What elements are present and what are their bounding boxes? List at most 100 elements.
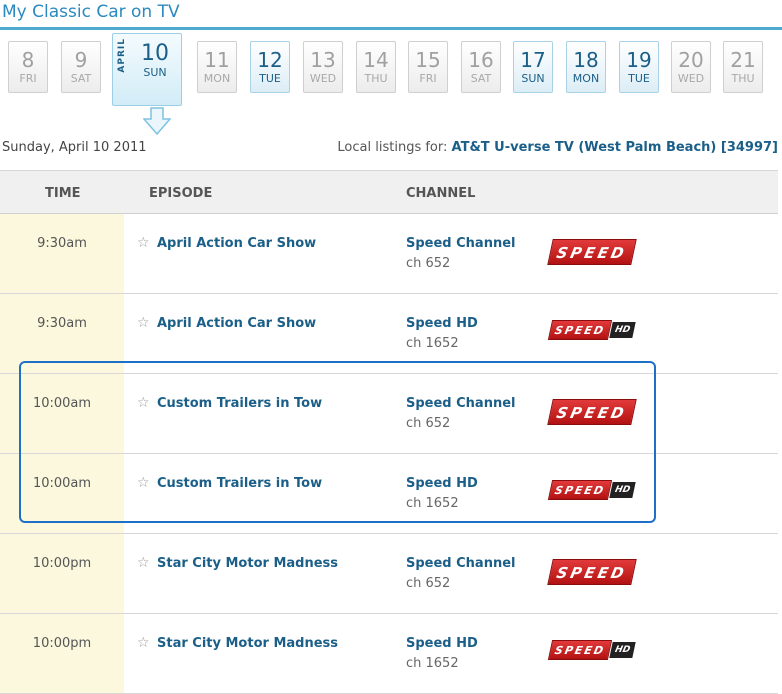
selected-date: Sunday, April 10 2011 <box>2 140 147 155</box>
day-of-week: FRI <box>419 72 437 85</box>
calendar-day-9[interactable]: 9 SAT <box>61 41 101 93</box>
air-time: 10:00am <box>32 396 92 411</box>
day-of-week: THU <box>364 72 388 85</box>
table-row: 10:00pm ☆ Star City Motor Madness Speed Cha… <box>0 534 778 614</box>
day-of-week: WED <box>677 72 705 85</box>
star-icon[interactable]: ☆ <box>137 555 150 571</box>
air-time: 10:00pm <box>32 636 92 651</box>
calendar-day-15[interactable]: 15 FRI <box>408 41 448 93</box>
air-time: 9:30am <box>37 316 87 331</box>
day-of-week: TUE <box>628 72 650 85</box>
episode-link[interactable]: April Action Car Show <box>157 236 316 251</box>
air-time: 9:30am <box>37 236 87 251</box>
calendar-day-19[interactable]: 19 TUE <box>619 41 659 93</box>
listings-table: TIME EPISODE CHANNEL 9:30am ☆ April Action… <box>0 170 778 694</box>
day-number: 17 <box>520 48 546 72</box>
title-bar: My Classic Car on TV <box>0 0 782 30</box>
channel-logo: SPEED <box>547 559 637 589</box>
day-number: 15 <box>415 48 441 72</box>
calendar-day-11[interactable]: 11 MON <box>197 41 237 93</box>
speed-logo-text: SPEED <box>547 239 637 265</box>
calendar-day-10[interactable]: APRIL 10 SUN <box>112 33 182 106</box>
channel-link[interactable]: Speed HD <box>406 636 478 651</box>
local-listings-label: Local listings for: <box>337 140 448 155</box>
date-strip: 8 FRI 9 SAT APRIL 10 SUN 11 MON 12 TUE 13 WED 14 THU 15… <box>0 33 782 135</box>
channel-header: CHANNEL <box>406 186 476 201</box>
calendar-day-18[interactable]: 18 MON <box>566 41 606 93</box>
day-of-week: SUN <box>521 72 545 85</box>
channel-logo: SPEED <box>547 239 637 269</box>
speed-logo-text: SPEED <box>547 399 637 425</box>
day-of-week: SAT <box>470 72 492 85</box>
hd-badge: HD <box>609 481 636 498</box>
star-icon[interactable]: ☆ <box>137 475 150 491</box>
calendar-day-14[interactable]: 14 THU <box>356 41 396 93</box>
channel-number: ch 652 <box>406 416 451 431</box>
channel-number: ch 652 <box>406 256 451 271</box>
day-number: 9 <box>74 48 88 72</box>
channel-number: ch 652 <box>406 576 451 591</box>
table-row: 9:30am ☆ April Action Car Show Speed HD ch 1… <box>0 294 778 374</box>
channel-link[interactable]: Speed Channel <box>406 236 515 251</box>
calendar-day-12[interactable]: 12 TUE <box>250 41 290 93</box>
calendar-day-8[interactable]: 8 FRI <box>8 41 48 93</box>
hd-badge: HD <box>609 641 636 658</box>
day-of-week: MON <box>572 72 600 85</box>
day-of-week: TUE <box>259 72 281 85</box>
provider-link[interactable]: AT&T U-verse TV (West Palm Beach) [34997… <box>452 140 778 155</box>
channel-link[interactable]: Speed HD <box>406 476 478 491</box>
episode-header: EPISODE <box>149 186 213 201</box>
episode-link[interactable]: April Action Car Show <box>157 316 316 331</box>
channel-number: ch 1652 <box>406 336 459 351</box>
table-row: 9:30am ☆ April Action Car Show Speed Channe… <box>0 214 778 294</box>
star-icon[interactable]: ☆ <box>137 315 150 331</box>
day-of-week: WED <box>309 72 337 85</box>
page-title: My Classic Car on TV <box>2 2 180 22</box>
calendar-day-20[interactable]: 20 WED <box>671 41 711 93</box>
channel-link[interactable]: Speed Channel <box>406 556 515 571</box>
episode-link[interactable]: Custom Trailers in Tow <box>157 396 322 411</box>
day-number: 14 <box>363 48 389 72</box>
speed-logo-text: SPEED <box>547 639 613 660</box>
episode-link[interactable]: Star City Motor Madness <box>157 636 338 651</box>
episode-link[interactable]: Star City Motor Madness <box>157 556 338 571</box>
month-label: APRIL <box>117 38 127 73</box>
day-number: 18 <box>573 48 599 72</box>
channel-logo: SPEED <box>547 399 637 429</box>
calendar-day-16[interactable]: 16 SAT <box>461 41 501 93</box>
info-row: Sunday, April 10 2011 Local listings for… <box>0 138 782 160</box>
air-time: 10:00am <box>32 476 92 491</box>
channel-logo: SPEED HD <box>547 319 636 349</box>
speed-logo-text: SPEED <box>547 559 637 585</box>
channel-link[interactable]: Speed Channel <box>406 396 515 411</box>
channel-number: ch 1652 <box>406 496 459 511</box>
selected-day-arrow-icon <box>143 107 171 135</box>
episode-link[interactable]: Custom Trailers in Tow <box>157 476 322 491</box>
channel-logo: SPEED HD <box>547 639 636 669</box>
day-number: 20 <box>678 48 704 72</box>
star-icon[interactable]: ☆ <box>137 395 150 411</box>
calendar-day-17[interactable]: 17 SUN <box>513 41 553 93</box>
channel-logo: SPEED HD <box>547 479 636 509</box>
day-of-week: FRI <box>19 72 37 85</box>
table-row: 10:00am ☆ Custom Trailers in Tow Speed Chan… <box>0 374 778 454</box>
local-listings: Local listings for: AT&T U-verse TV (Wes… <box>337 140 778 155</box>
speed-logo-text: SPEED <box>547 479 613 500</box>
star-icon[interactable]: ☆ <box>137 235 150 251</box>
day-of-week: MON <box>203 72 231 85</box>
day-number: 12 <box>257 48 283 72</box>
channel-number: ch 1652 <box>406 656 459 671</box>
day-of-week: SAT <box>70 72 92 85</box>
star-icon[interactable]: ☆ <box>137 635 150 651</box>
calendar-day-13[interactable]: 13 WED <box>303 41 343 93</box>
air-time: 10:00pm <box>32 556 92 571</box>
table-row: 10:00am ☆ Custom Trailers in Tow Speed HD ch… <box>0 454 778 534</box>
day-number: 11 <box>204 48 230 72</box>
speed-logo-text: SPEED <box>547 319 613 340</box>
day-number: 16 <box>468 48 494 72</box>
hd-badge: HD <box>609 321 636 338</box>
calendar-day-21[interactable]: 21 THU <box>723 41 763 93</box>
day-number: 19 <box>626 48 652 72</box>
day-of-week: THU <box>731 72 755 85</box>
channel-link[interactable]: Speed HD <box>406 316 478 331</box>
